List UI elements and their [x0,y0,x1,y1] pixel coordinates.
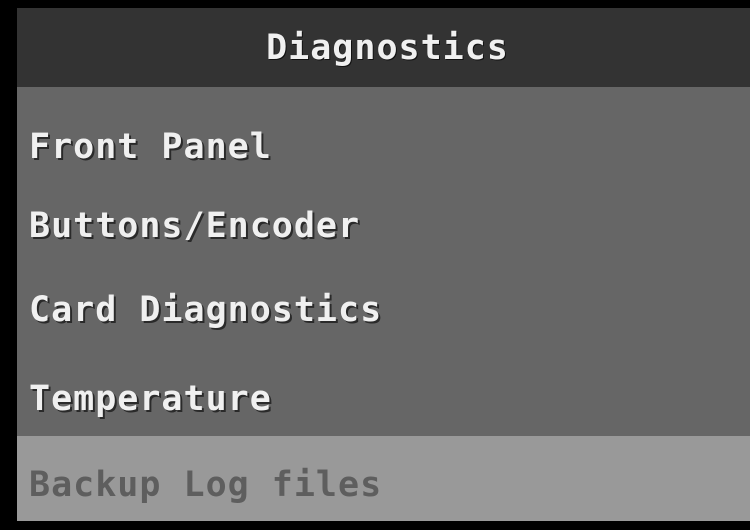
menu-item-label: Backup Log files [29,464,383,505]
menu-item-label: Card Diagnostics [29,289,383,330]
menu-item-front-panel[interactable]: Front Panel [17,87,750,182]
menu-item-buttons-encoder[interactable]: Buttons/Encoder [17,182,750,267]
menu-item-temperature[interactable]: Temperature [17,352,750,436]
menu-item-label: Temperature [29,379,272,419]
menu-item-label: Buttons/Encoder [29,205,361,246]
menu-item-backup-log-files[interactable]: Backup Log files [17,436,750,521]
menu-item-label: Front Panel [29,126,272,167]
menu-item-card-diagnostics[interactable]: Card Diagnostics [17,267,750,352]
title-bar: Diagnostics [17,8,750,87]
diagnostics-menu: Front Panel Buttons/Encoder Card Diagnos… [17,87,750,521]
diagnostics-screen: Diagnostics Front Panel Buttons/Encoder … [17,8,750,521]
page-title: Diagnostics [266,27,509,68]
